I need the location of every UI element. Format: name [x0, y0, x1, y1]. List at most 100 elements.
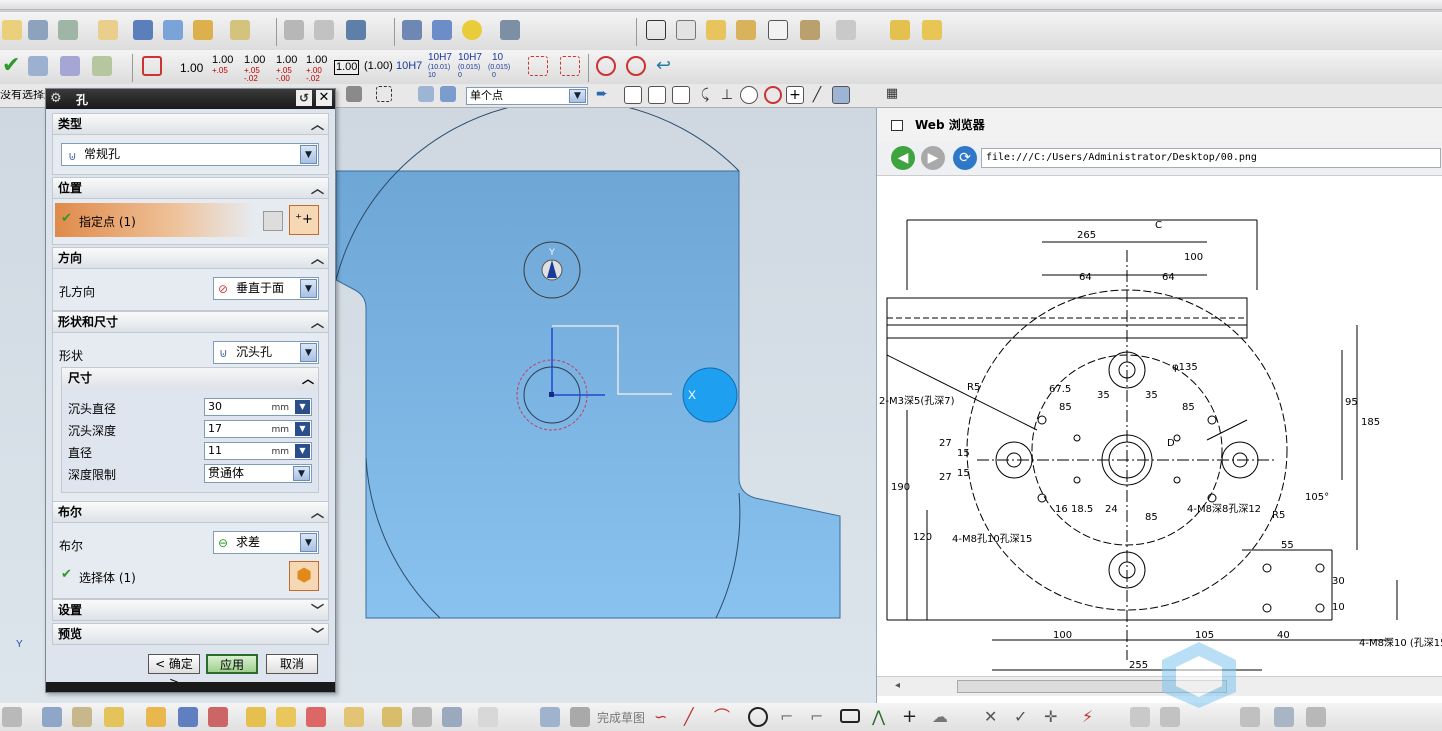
fit-icon[interactable] [836, 20, 856, 40]
box-icon[interactable] [344, 707, 364, 727]
circle-icon[interactable] [748, 707, 768, 727]
select-box-icon[interactable] [376, 86, 392, 102]
drawing-icon[interactable] [60, 56, 80, 76]
forward-icon[interactable]: ▶ [921, 146, 945, 170]
section-direction[interactable]: 方向 ︿ [52, 247, 329, 269]
cancel-button[interactable]: 取消 [266, 654, 318, 674]
text-align-icon[interactable] [346, 20, 366, 40]
tape-icon[interactable] [98, 20, 118, 40]
arrow-right-icon[interactable]: ➨ [596, 86, 612, 102]
pencil-icon[interactable] [163, 20, 183, 40]
curve-edit-icon[interactable] [412, 707, 432, 727]
section-preview[interactable]: 预览 ﹀ [52, 623, 329, 645]
note-icon[interactable] [768, 20, 788, 40]
fit-style-1[interactable]: 10H7 [396, 61, 422, 72]
select-arrow-icon[interactable] [346, 86, 362, 102]
dim-style-3[interactable]: 1.00 [244, 55, 265, 66]
spline-icon[interactable]: ☁ [932, 707, 952, 727]
edit-icon[interactable] [133, 20, 153, 40]
hole-direction-dropdown[interactable]: ⊘ 垂直于面 ▼ [213, 277, 319, 300]
back-icon[interactable]: ◀ [891, 146, 915, 170]
dim-style-6[interactable]: 1.00 [334, 60, 360, 75]
diameter-icon[interactable] [596, 56, 616, 76]
cube-edit-icon[interactable] [193, 20, 213, 40]
dim-style-2[interactable]: 1.00 [212, 55, 233, 66]
finish-sketch-label[interactable]: 完成草图 [597, 712, 645, 724]
select-body-icon[interactable]: ⬢ [289, 561, 319, 591]
ok-button[interactable]: < 确定 > [148, 654, 200, 689]
grid-icon[interactable] [706, 20, 726, 40]
fillet-icon[interactable]: ⌐ [780, 707, 800, 727]
section-settings[interactable]: 设置 ﹀ [52, 599, 329, 621]
shape-dropdown[interactable]: ⊍ 沉头孔 ▼ [213, 341, 319, 364]
close-icon[interactable]: ✕ [316, 90, 332, 106]
fit-style-2[interactable]: 10H7 [428, 53, 452, 63]
cylinder-icon[interactable] [402, 20, 422, 40]
snap-mid-icon[interactable] [672, 86, 690, 104]
sketch-misc2-icon[interactable] [1274, 707, 1294, 727]
spring-icon[interactable] [432, 20, 452, 40]
apply-button[interactable]: 应用 [206, 654, 258, 674]
trim-icon[interactable]: ✕ [984, 707, 1004, 727]
sketch-plane-icon[interactable] [42, 707, 62, 727]
section-type[interactable]: 类型 ︿ [52, 113, 329, 135]
section-boolean[interactable]: 布尔 ︿ [52, 501, 329, 523]
snap-tangent-icon[interactable]: ⤹ [696, 86, 714, 104]
radius-icon[interactable] [528, 56, 548, 76]
dim-style-4[interactable]: 1.00 [276, 55, 297, 66]
grid-sketch-icon[interactable] [570, 707, 590, 727]
axes-icon[interactable] [92, 56, 112, 76]
pattern-icon[interactable] [246, 707, 266, 727]
layers-icon[interactable] [28, 20, 48, 40]
dim-icon[interactable] [284, 20, 304, 40]
depth-limit-dropdown[interactable]: 贯通体 ▼ [204, 464, 312, 483]
stack-icon[interactable] [58, 20, 78, 40]
fit-style-3[interactable]: 10H7 [458, 53, 482, 63]
offset-icon[interactable] [208, 707, 228, 727]
constraint-icon[interactable]: ⚡ [1082, 707, 1102, 727]
sketch-link-icon[interactable] [146, 707, 166, 727]
boxes2-icon[interactable] [922, 20, 942, 40]
ring-icon[interactable] [462, 20, 482, 40]
rectangle-icon[interactable] [840, 709, 860, 723]
url-field[interactable]: file:///C:/Users/Administrator/Desktop/0… [981, 148, 1441, 168]
part-icon[interactable] [28, 56, 48, 76]
finish-sketch-icon[interactable] [540, 707, 560, 727]
arrow-down-icon[interactable]: ▼ [295, 444, 310, 458]
snap-line-icon[interactable]: ╱ [808, 86, 826, 104]
mirror-icon[interactable] [178, 707, 198, 727]
line-icon[interactable]: ╱ [684, 707, 704, 727]
diameter-input[interactable]: 11 mm ▼ [204, 442, 312, 460]
selection-filter[interactable]: 没有选择过 [0, 90, 46, 101]
dim-style-1[interactable]: 1.00 [180, 62, 203, 74]
counterbore-diameter-input[interactable]: 30 mm ▼ [204, 398, 312, 416]
pattern2-icon[interactable] [276, 707, 296, 727]
snap-end-icon[interactable] [648, 86, 666, 104]
radius2-icon[interactable] [560, 56, 580, 76]
check-icon[interactable]: ✔ [2, 55, 22, 77]
point-add-icon[interactable]: ⁺+ [289, 205, 319, 235]
scroll-left-icon[interactable]: ◂ [895, 680, 900, 691]
sketch-misc3-icon[interactable] [1306, 707, 1326, 727]
snap-center-icon[interactable] [740, 86, 758, 104]
dims-group-header[interactable]: 尺寸 ︿ [62, 368, 318, 390]
arrow-down-icon[interactable]: ▼ [295, 400, 310, 414]
corner-icon[interactable]: ✛ [1044, 707, 1064, 727]
diameter2-icon[interactable] [626, 56, 646, 76]
boxes-icon[interactable] [890, 20, 910, 40]
polyline-icon[interactable]: ⋀ [872, 707, 892, 727]
sketch-misc-icon[interactable] [1240, 707, 1260, 727]
sketch-tools-icon[interactable] [2, 707, 22, 727]
shaft-icon[interactable] [500, 20, 520, 40]
table-icon[interactable] [676, 20, 696, 40]
profile-icon[interactable]: ∽ [654, 707, 674, 727]
snap-point-icon[interactable] [624, 86, 642, 104]
brush-icon[interactable] [800, 20, 820, 40]
dim-sketch-icon[interactable] [1130, 707, 1150, 727]
undo-arrow-icon[interactable]: ↩ [656, 56, 676, 76]
tree-icon[interactable] [2, 20, 22, 40]
frame-icon[interactable] [142, 56, 162, 76]
snap-grid-icon[interactable]: ▦ [884, 86, 900, 102]
snap-perp-icon[interactable]: ⊥ [718, 86, 736, 104]
chain-icon[interactable] [382, 707, 402, 727]
